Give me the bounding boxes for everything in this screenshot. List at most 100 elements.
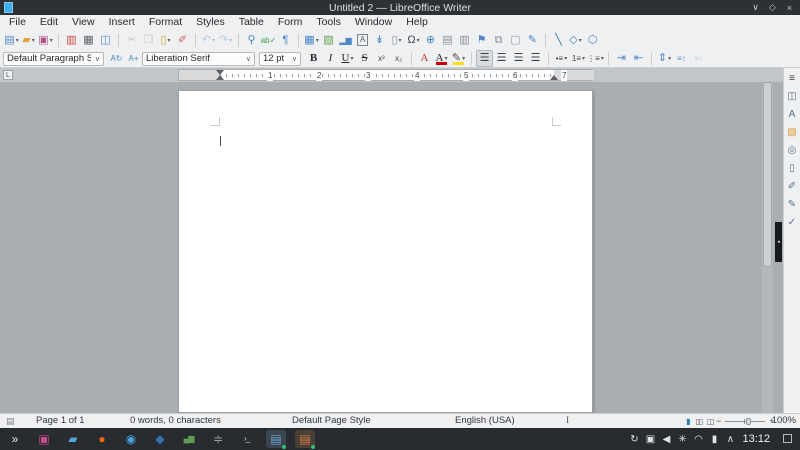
page-count[interactable]: Page 1 of 1	[36, 414, 85, 428]
chevron-down-icon[interactable]: ∨	[288, 55, 297, 63]
menu-window[interactable]: Window	[348, 15, 399, 30]
find-replace-icon[interactable]: ⚲	[243, 32, 260, 49]
dropdown-arrow-icon[interactable]: ▾	[399, 37, 402, 44]
updates-icon[interactable]: ↻	[626, 428, 642, 450]
dropdown-arrow-icon[interactable]: ▾	[212, 37, 215, 44]
close-button[interactable]: ×	[781, 0, 798, 15]
title-bar[interactable]: Untitled 2 — LibreOffice Writer ∨◇×	[0, 0, 800, 15]
undo-icon[interactable]: ↶▾	[200, 32, 217, 49]
dropdown-arrow-icon[interactable]: ▾	[417, 37, 420, 44]
dropdown-arrow-icon[interactable]: ▾	[462, 55, 465, 62]
libreoffice-writer-icon[interactable]: ▤	[261, 428, 290, 450]
paste-icon[interactable]: ▯▾	[157, 32, 174, 49]
outline-list-icon[interactable]: ⋮≡▾	[587, 50, 604, 67]
cross-reference-icon[interactable]: ⧉	[490, 32, 507, 49]
insert-endnote-icon[interactable]: ▥	[456, 32, 473, 49]
dropdown-arrow-icon[interactable]: ▾	[668, 55, 671, 62]
gallery-deck-icon[interactable]: ▧	[785, 124, 800, 140]
minimize-button[interactable]: ∨	[747, 0, 764, 15]
navigator-deck-icon[interactable]: ◎	[785, 142, 800, 158]
dropdown-arrow-icon[interactable]: ▾	[168, 37, 171, 44]
italic-button[interactable]: I	[322, 50, 339, 67]
chevron-down-icon[interactable]: ∨	[242, 55, 251, 63]
decrease-paragraph-spacing-icon[interactable]: ≡↓	[690, 50, 707, 67]
system-monitor-icon[interactable]: ▄▆	[174, 428, 203, 450]
spelling-icon[interactable]: ab✓	[260, 32, 277, 49]
subscript-button[interactable]: x₂	[390, 50, 407, 67]
dropdown-arrow-icon[interactable]: ▾	[444, 55, 447, 62]
increase-indent-icon[interactable]: ⇥	[613, 50, 630, 67]
zoom-slider[interactable]	[725, 421, 765, 422]
zoom-out-button[interactable]: −	[714, 416, 723, 426]
update-style-icon[interactable]: A↻	[108, 50, 125, 67]
word-count[interactable]: 0 words, 0 characters	[130, 414, 221, 428]
copy-icon[interactable]: ❐	[140, 32, 157, 49]
single-page-view-button[interactable]: ▮	[683, 414, 693, 428]
firefox-icon[interactable]: ●	[87, 428, 116, 450]
dolphin-file-manager-icon[interactable]: ▰	[58, 428, 87, 450]
accessibility-check-deck-icon[interactable]: ✓	[785, 214, 800, 230]
insert-comment-icon[interactable]: ▢	[507, 32, 524, 49]
menu-edit[interactable]: Edit	[33, 15, 65, 30]
text-language[interactable]: English (USA)	[455, 414, 515, 428]
document-page[interactable]	[178, 90, 593, 413]
manage-changes-deck-icon[interactable]: ✎	[785, 196, 800, 212]
style-inspector-deck-icon[interactable]: ✐	[785, 178, 800, 194]
insert-line-icon[interactable]: ╲	[550, 32, 567, 49]
menu-table[interactable]: Table	[232, 15, 271, 30]
maximize-button[interactable]: ◇	[764, 0, 781, 15]
menu-styles[interactable]: Styles	[189, 15, 232, 30]
volume-icon[interactable]: ◀	[658, 428, 674, 450]
font-name-combo[interactable]: Liberation Serif ∨	[142, 52, 255, 66]
align-left-button[interactable]: ☰	[476, 50, 493, 67]
print-icon[interactable]: ▦	[80, 32, 97, 49]
system-settings-icon[interactable]: ◉	[116, 428, 145, 450]
right-indent-marker[interactable]	[550, 75, 558, 80]
bold-button[interactable]: B	[305, 50, 322, 67]
konsole-icon[interactable]: ›_	[232, 428, 261, 450]
dropdown-arrow-icon[interactable]: ▾	[229, 37, 232, 44]
line-spacing-icon[interactable]: ⇕▾	[656, 50, 673, 67]
zoom-level[interactable]: 100%	[772, 414, 796, 428]
properties-deck-icon[interactable]: ◫	[785, 88, 800, 104]
print-preview-icon[interactable]: ◫	[97, 32, 114, 49]
dropdown-arrow-icon[interactable]: ▾	[582, 55, 585, 62]
menu-help[interactable]: Help	[399, 15, 435, 30]
battery-icon[interactable]: ▮	[706, 428, 722, 450]
new-document-icon[interactable]: ▤▾	[3, 32, 20, 49]
dropdown-arrow-icon[interactable]: ▾	[579, 37, 582, 44]
track-changes-icon[interactable]: ✎	[524, 32, 541, 49]
open-document-icon[interactable]: ▰▾	[20, 32, 37, 49]
menu-tools[interactable]: Tools	[309, 15, 348, 30]
font-size-combo[interactable]: 12 pt ∨	[259, 52, 301, 66]
document-area[interactable]	[0, 82, 783, 413]
sidebar-settings-icon[interactable]: ≡	[785, 70, 800, 86]
formatting-marks-icon[interactable]: ¶	[277, 32, 294, 49]
insert-table-icon[interactable]: ▦▾	[303, 32, 320, 49]
menu-insert[interactable]: Insert	[102, 15, 142, 30]
dropdown-arrow-icon[interactable]: ▾	[564, 55, 567, 62]
sidebar-hide-handle[interactable]: ◂	[775, 222, 782, 262]
superscript-button[interactable]: x²	[373, 50, 390, 67]
numbered-list-icon[interactable]: 1≡▾	[570, 50, 587, 67]
justify-button[interactable]: ☰	[527, 50, 544, 67]
display-settings-icon[interactable]: ▣	[29, 428, 58, 450]
cut-icon[interactable]: ✂	[123, 32, 140, 49]
dropdown-arrow-icon[interactable]: ▾	[50, 37, 53, 44]
dropdown-arrow-icon[interactable]: ▾	[32, 37, 35, 44]
page-deck-icon[interactable]: ▯	[785, 160, 800, 176]
save-icon[interactable]: ▣▾	[37, 32, 54, 49]
increase-paragraph-spacing-icon[interactable]: ≡↑	[673, 50, 690, 67]
clear-formatting-icon[interactable]: A	[416, 50, 433, 67]
clone-formatting-icon[interactable]: ✐	[174, 32, 191, 49]
insert-mode-indicator[interactable]: I	[566, 414, 569, 428]
menu-form[interactable]: Form	[271, 15, 310, 30]
show-draw-functions-icon[interactable]: ⬡	[584, 32, 601, 49]
decrease-indent-icon[interactable]: ⇤	[630, 50, 647, 67]
scrollbar-thumb[interactable]	[763, 82, 772, 267]
font-color-icon[interactable]: A▾	[433, 50, 450, 67]
night-color-icon[interactable]: ✳	[674, 428, 690, 450]
dropdown-arrow-icon[interactable]: ▾	[350, 55, 353, 62]
insert-image-icon[interactable]: ▧	[320, 32, 337, 49]
settings-sliders-icon[interactable]: ≑	[203, 428, 232, 450]
